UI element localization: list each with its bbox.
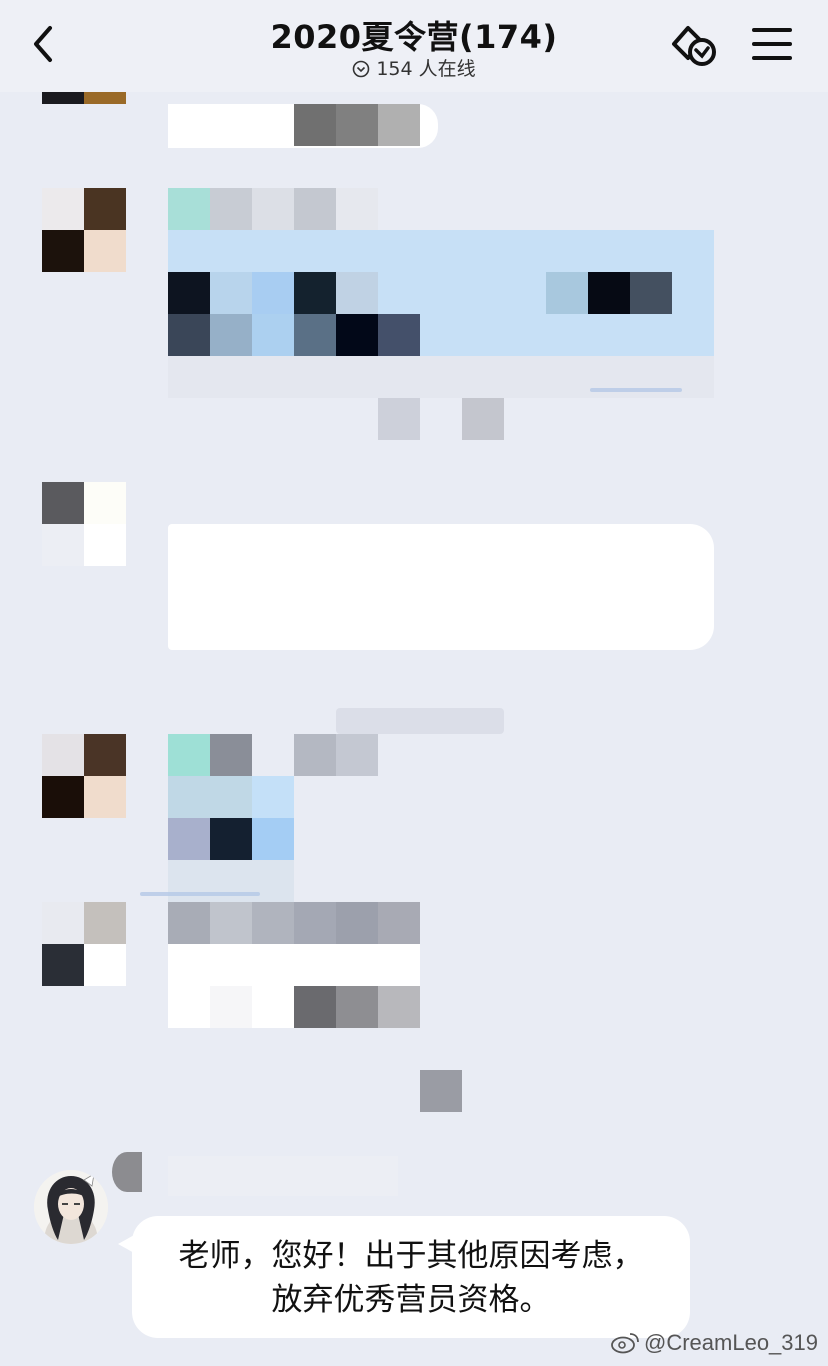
avatar[interactable]: [42, 188, 126, 272]
pixelated-text: [378, 104, 420, 146]
message-line: 放弃优秀营员资格。: [271, 1282, 551, 1318]
menu-icon[interactable]: [750, 22, 794, 66]
weibo-icon: [610, 1330, 640, 1360]
timestamp-blurred: [336, 708, 504, 734]
pixelated-text: [168, 986, 420, 1028]
pixelated-text: [462, 398, 504, 440]
pixelated-text: [294, 104, 336, 146]
avatar[interactable]: [34, 1170, 108, 1244]
chat-header: 2020夏令营(174) 154 人在线: [0, 0, 828, 92]
avatar[interactable]: [42, 482, 126, 566]
avatar[interactable]: [42, 902, 126, 986]
pixelated-fragment: [112, 1152, 142, 1192]
sender-name-pixelated: [168, 188, 378, 230]
watermark-text: @CreamLeo_319: [644, 1330, 818, 1355]
pixelated-text: [378, 398, 420, 440]
share-icon[interactable]: [668, 18, 724, 72]
avatar[interactable]: [42, 92, 126, 104]
card-underline: [590, 388, 682, 392]
online-status-icon: [352, 60, 370, 83]
pixelated-text: [168, 272, 714, 356]
message-bubble[interactable]: 老师，您好！出于其他原因考虑， 放弃优秀营员资格。: [132, 1216, 690, 1338]
pixelated-text: [336, 104, 378, 146]
message-line: 老师，您好！出于其他原因考虑，: [178, 1238, 644, 1274]
card-underline: [140, 892, 260, 896]
avatar[interactable]: [42, 734, 126, 818]
message-bubble[interactable]: [168, 524, 714, 650]
online-count: 154 人在线: [376, 58, 476, 80]
sender-name-blurred: [168, 1156, 398, 1196]
sender-name-pixelated: [168, 902, 420, 944]
watermark: @CreamLeo_319: [610, 1330, 818, 1360]
system-notice-pixelated: [420, 1070, 462, 1112]
pixelated-content[interactable]: [168, 734, 378, 902]
